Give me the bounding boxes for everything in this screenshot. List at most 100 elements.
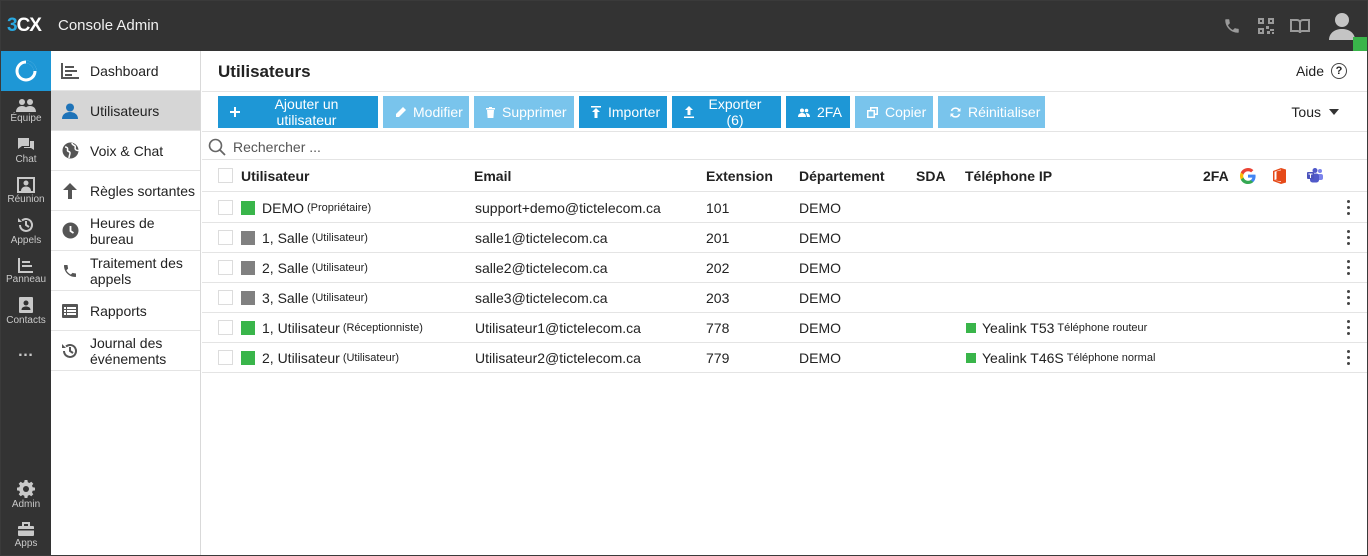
dashboard-icon	[59, 62, 81, 79]
qr-code-icon[interactable]	[1249, 18, 1283, 34]
user-email: salle2@tictelecom.ca	[475, 259, 608, 276]
user-department: DEMO	[799, 199, 841, 216]
teams-icon	[1307, 160, 1323, 191]
row-checkbox[interactable]	[218, 350, 233, 365]
more-icon: …	[17, 342, 35, 360]
copy-icon	[867, 106, 878, 118]
sidebar-menu: Dashboard Utilisateurs Voix & Chat Règle…	[51, 51, 201, 555]
row-menu-icon[interactable]	[1342, 223, 1354, 252]
plus-icon	[230, 107, 240, 117]
copy-button[interactable]: Copier	[855, 96, 933, 128]
user-extension: 203	[706, 289, 730, 306]
team-icon	[16, 99, 36, 112]
phone-type: Téléphone routeur	[1057, 321, 1148, 334]
user-email: salle1@tictelecom.ca	[475, 229, 608, 246]
rail-item-chat[interactable]: Chat	[1, 131, 51, 171]
user-role: (Utilisateur)	[311, 291, 368, 304]
user-name[interactable]: 1, Utilisateur	[262, 320, 340, 336]
table-row[interactable]: 3, Salle (Utilisateur) salle3@tictelecom.c…	[202, 283, 1367, 313]
rail-item-more[interactable]: …	[1, 331, 51, 371]
column-sda[interactable]: SDA	[916, 160, 946, 191]
sidebar-item-voice-chat[interactable]: Voix & Chat	[51, 131, 200, 171]
rail-item-apps[interactable]: Apps	[1, 515, 51, 555]
search-input[interactable]	[233, 139, 833, 155]
row-checkbox[interactable]	[218, 260, 233, 275]
column-ip-phone[interactable]: Téléphone IP	[965, 160, 1052, 191]
book-icon[interactable]	[1283, 18, 1317, 34]
sidebar-item-office-hours[interactable]: Heures de bureau	[51, 211, 200, 251]
user-name[interactable]: 3, Salle	[262, 290, 309, 306]
rail-item-panel[interactable]: Panneau	[1, 251, 51, 291]
2fa-button[interactable]: 2FA	[786, 96, 850, 128]
add-user-button[interactable]: Ajouter un utilisateur	[218, 96, 378, 128]
app-title: Console Admin	[58, 17, 159, 34]
user-role: (Utilisateur)	[311, 261, 368, 274]
user-role: (Utilisateur)	[342, 351, 400, 364]
table-row[interactable]: DEMO (Propriétaire) support+demo@ticteleco…	[202, 193, 1367, 223]
column-email[interactable]: Email	[474, 160, 511, 191]
user-department: DEMO	[799, 289, 841, 306]
office-icon	[1272, 160, 1286, 191]
rail-item-team[interactable]: Équipe	[1, 91, 51, 131]
status-indicator	[241, 260, 255, 275]
rail-item-admin[interactable]: Admin	[1, 475, 51, 515]
sidebar-item-outbound-rules[interactable]: Règles sortantes	[51, 171, 200, 211]
user-name[interactable]: DEMO	[262, 200, 304, 216]
table-row[interactable]: 1, Salle (Utilisateur) salle1@tictelecom.c…	[202, 223, 1367, 253]
table-row[interactable]: 1, Utilisateur (Réceptionniste) Utilisateu…	[202, 313, 1367, 343]
caret-down-icon	[1329, 109, 1339, 115]
column-extension[interactable]: Extension	[706, 160, 773, 191]
phone-icon[interactable]	[1215, 17, 1249, 35]
main-content: Utilisateurs Aide ? Ajouter un utilisate…	[202, 51, 1367, 555]
user-role: (Propriétaire)	[307, 201, 372, 214]
row-checkbox[interactable]	[218, 200, 233, 215]
select-all-checkbox[interactable]	[218, 168, 233, 183]
reset-button[interactable]: Réinitialiser	[938, 96, 1045, 128]
search-bar	[208, 135, 1358, 159]
export-button[interactable]: Exporter (6)	[672, 96, 781, 128]
table-row[interactable]: 2, Utilisateur (Utilisateur) Utilisateur2@…	[202, 343, 1367, 373]
user-avatar[interactable]	[1317, 1, 1367, 51]
sidebar-item-users[interactable]: Utilisateurs	[51, 91, 200, 131]
column-user[interactable]: Utilisateur	[241, 160, 309, 191]
app-logo[interactable]: 3CX	[7, 15, 42, 37]
row-menu-icon[interactable]	[1342, 343, 1354, 372]
column-2fa[interactable]: 2FA	[1203, 160, 1229, 191]
users-icon	[798, 108, 810, 117]
row-menu-icon[interactable]	[1342, 313, 1354, 342]
sidebar-item-call-handling[interactable]: Traitement des appels	[51, 251, 200, 291]
row-checkbox[interactable]	[218, 320, 233, 335]
status-indicator	[241, 230, 255, 245]
row-menu-icon[interactable]	[1342, 193, 1354, 222]
phone-model: Yealink T53	[982, 319, 1055, 336]
rail-item-contacts[interactable]: Contacts	[1, 291, 51, 331]
filter-dropdown[interactable]: Tous	[1291, 104, 1339, 120]
sidebar-item-event-log[interactable]: Journal des événements	[51, 331, 200, 371]
arrow-up-icon	[59, 182, 81, 199]
3cx-home-icon	[15, 60, 37, 82]
google-icon	[1240, 160, 1256, 191]
edit-button[interactable]: Modifier	[383, 96, 469, 128]
import-button[interactable]: Importer	[579, 96, 667, 128]
status-indicator	[241, 350, 255, 365]
meeting-icon	[17, 177, 35, 193]
table-row[interactable]: 2, Salle (Utilisateur) salle2@tictelecom.c…	[202, 253, 1367, 283]
delete-button[interactable]: Supprimer	[474, 96, 574, 128]
user-name[interactable]: 2, Salle	[262, 260, 309, 276]
row-menu-icon[interactable]	[1342, 253, 1354, 282]
status-indicator	[241, 320, 255, 335]
home-button[interactable]	[1, 51, 51, 91]
row-checkbox[interactable]	[218, 290, 233, 305]
user-name[interactable]: 2, Utilisateur	[262, 350, 340, 366]
rail-item-meeting[interactable]: Réunion	[1, 171, 51, 211]
sidebar-item-reports[interactable]: Rapports	[51, 291, 200, 331]
user-name[interactable]: 1, Salle	[262, 230, 309, 246]
rail-item-calls[interactable]: Appels	[1, 211, 51, 251]
sidebar-item-dashboard[interactable]: Dashboard	[51, 51, 200, 91]
row-checkbox[interactable]	[218, 230, 233, 245]
column-department[interactable]: Département	[799, 160, 885, 191]
clock-icon	[59, 222, 81, 239]
row-menu-icon[interactable]	[1342, 283, 1354, 312]
search-icon	[208, 138, 226, 156]
help-link[interactable]: Aide ?	[1296, 63, 1347, 79]
